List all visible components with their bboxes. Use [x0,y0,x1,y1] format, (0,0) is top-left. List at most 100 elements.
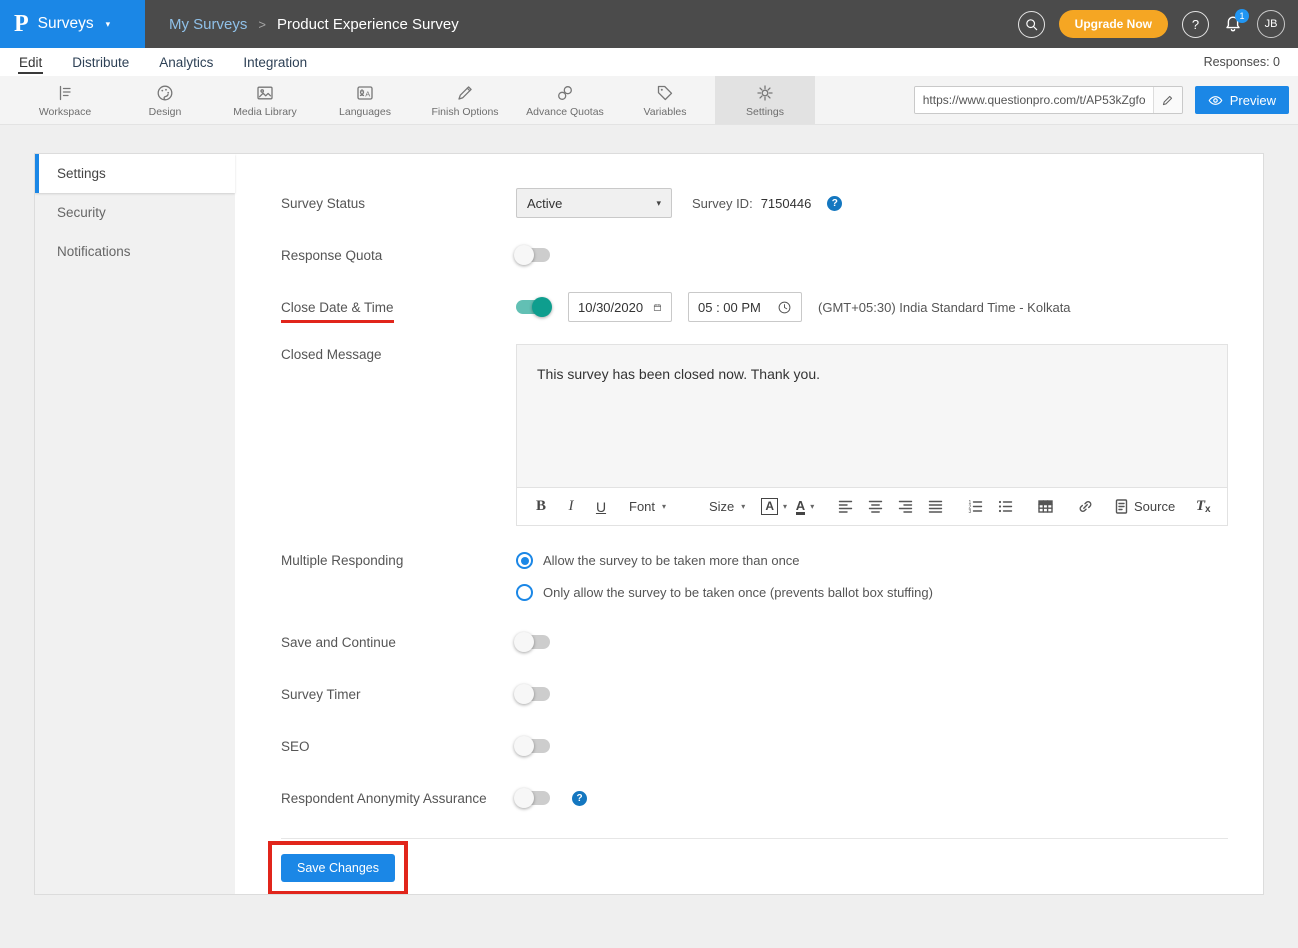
closed-message-row: Closed Message This survey has been clos… [281,344,1228,526]
breadcrumb-my-surveys[interactable]: My Surveys [169,16,247,33]
ribbon-item-label: Variables [644,106,687,118]
ribbon-item-variables[interactable]: Variables [615,76,715,124]
align-center-button[interactable] [863,495,887,519]
closed-message-label: Closed Message [281,344,516,362]
save-and-continue-toggle[interactable] [516,635,550,649]
survey-id-label: Survey ID: [692,196,753,211]
breadcrumb: My Surveys > Product Experience Survey [169,16,459,33]
share-url-input[interactable] [915,87,1153,113]
anonymity-toggle[interactable] [516,791,550,805]
ribbon-item-settings[interactable]: Settings [715,76,815,124]
finish-options-icon [455,83,475,103]
align-left-button[interactable] [833,495,857,519]
clock-icon [777,300,792,315]
ribbon-item-finish-options[interactable]: Finish Options [415,76,515,124]
sidebar-item-notifications[interactable]: Notifications [35,232,235,271]
closed-message-editor: This survey has been closed now. Thank y… [516,344,1228,526]
ribbon-item-label: Languages [339,106,391,118]
toggle-knob [514,788,534,808]
ribbon-item-design[interactable]: Design [115,76,215,124]
topbar: P Surveys ▾ My Surveys > Product Experie… [0,0,1298,48]
chevron-down-icon: ▾ [783,502,787,511]
chevron-down-icon: ▾ [810,502,814,511]
seo-label: SEO [281,739,516,754]
numbered-list-button[interactable]: 123 [963,495,987,519]
close-time-value: 05 : 00 PM [698,300,761,315]
seo-toggle[interactable] [516,739,550,753]
tab-analytics[interactable]: Analytics [158,51,214,74]
survey-status-label: Survey Status [281,196,516,211]
size-select[interactable]: Size ▾ [709,495,745,519]
align-right-button[interactable] [893,495,917,519]
toggle-knob [514,632,534,652]
edit-ribbon: Workspace Design Media Library A Languag… [0,76,1298,125]
close-date-time-label: Close Date & Time [281,300,516,315]
radio-option-once[interactable]: Only allow the survey to be taken once (… [516,584,933,601]
close-time-input[interactable]: 05 : 00 PM [688,292,802,322]
sidebar-item-settings[interactable]: Settings [35,154,235,193]
ribbon-item-workspace[interactable]: Workspace [15,76,115,124]
text-color-button[interactable]: A ▾ [793,495,817,519]
survey-timer-row: Survey Timer [281,679,1228,709]
survey-status-select[interactable]: Active ▾ [516,188,672,218]
question-mark-icon: ? [1192,17,1199,32]
insert-link-button[interactable] [1073,495,1097,519]
survey-id-help-icon[interactable]: ? [827,196,842,211]
background-color-button[interactable]: A ▾ [761,495,787,519]
close-date-time-toggle[interactable] [516,300,550,314]
link-icon [1077,498,1094,515]
remove-format-button[interactable]: Tx [1191,495,1215,519]
help-button[interactable]: ? [1182,11,1209,38]
eye-icon [1208,93,1223,108]
radio-button[interactable] [516,584,533,601]
page-title: Product Experience Survey [277,16,459,33]
ribbon-item-advance-quotas[interactable]: Advance Quotas [515,76,615,124]
sidebar-item-security[interactable]: Security [35,193,235,232]
tab-integration[interactable]: Integration [242,51,308,74]
numbered-list-icon: 123 [967,498,984,515]
closed-message-text[interactable]: This survey has been closed now. Thank y… [517,345,1227,487]
preview-button[interactable]: Preview [1195,86,1289,114]
insert-table-button[interactable] [1033,495,1057,519]
questionpro-logo: P [14,12,29,36]
font-select-label: Font [629,499,655,514]
size-select-label: Size [709,499,734,514]
radio-option-multiple[interactable]: Allow the survey to be taken more than o… [516,552,933,569]
survey-timer-toggle[interactable] [516,687,550,701]
annotation-highlight-box: Save Changes [268,841,408,895]
search-button[interactable] [1018,11,1045,38]
ribbon-item-media-library[interactable]: Media Library [215,76,315,124]
avatar[interactable]: JB [1257,10,1285,38]
survey-id-value: 7150446 [761,196,812,211]
align-justify-button[interactable] [923,495,947,519]
tab-distribute[interactable]: Distribute [71,51,130,74]
close-date-time-row: Close Date & Time 10/30/2020 05 : 00 PM … [281,292,1228,322]
survey-timer-label: Survey Timer [281,687,516,702]
close-date-input[interactable]: 10/30/2020 [568,292,672,322]
upgrade-now-button[interactable]: Upgrade Now [1059,10,1168,38]
toggle-knob [532,297,552,317]
response-quota-toggle[interactable] [516,248,550,262]
ribbon-item-languages[interactable]: A Languages [315,76,415,124]
save-changes-button[interactable]: Save Changes [281,854,395,882]
source-button[interactable]: Source [1113,495,1175,519]
bulleted-list-button[interactable] [993,495,1017,519]
bold-button[interactable]: B [529,495,553,519]
radio-button[interactable] [516,552,533,569]
underline-button[interactable]: U [589,495,613,519]
tab-edit[interactable]: Edit [18,51,43,74]
source-button-label: Source [1134,499,1175,514]
form-divider [281,838,1228,839]
edit-url-button[interactable] [1153,86,1182,114]
product-switcher[interactable]: P Surveys ▾ [0,0,145,48]
notifications-button[interactable]: 1 [1223,14,1243,34]
anonymity-help-icon[interactable]: ? [572,791,587,806]
ribbon-item-label: Media Library [233,106,297,118]
breadcrumb-separator: > [258,17,266,32]
font-select[interactable]: Font ▾ [629,495,693,519]
timezone-text: (GMT+05:30) India Standard Time - Kolkat… [818,300,1071,315]
italic-button[interactable]: I [559,495,583,519]
annotation-underline: Close Date & Time [281,300,394,323]
remove-format-icon: T [1196,498,1205,515]
settings-form: Survey Status Active ▾ Survey ID: 715044… [235,154,1264,894]
